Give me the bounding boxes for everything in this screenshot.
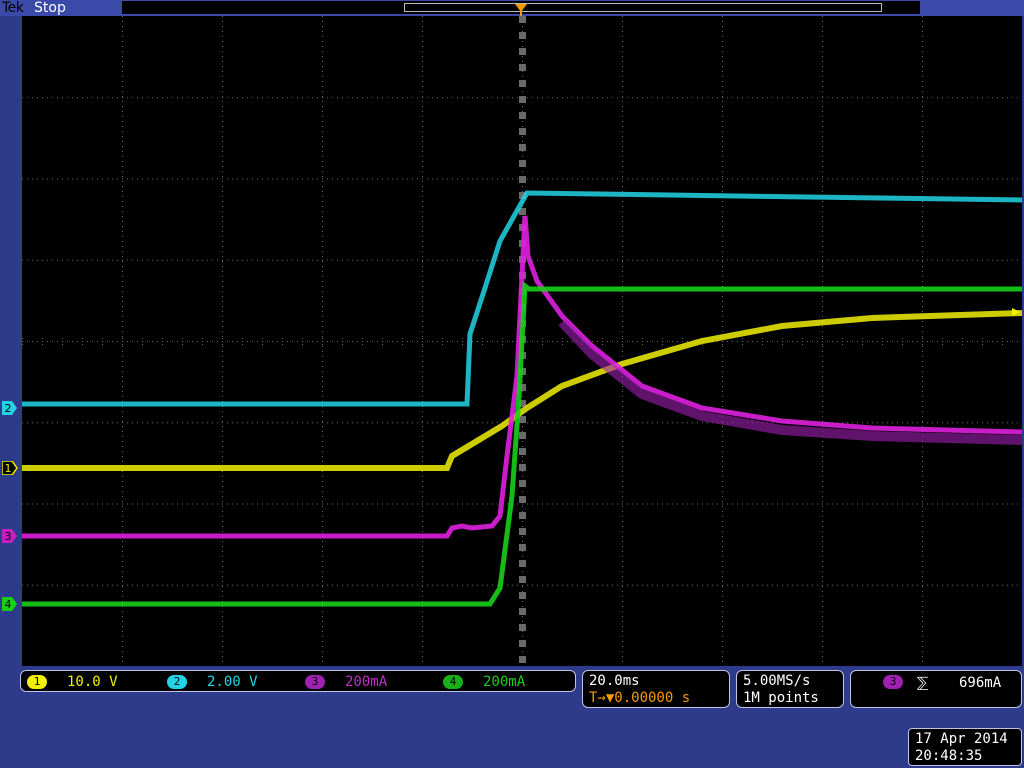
trigger-slope-icon: ⅀ [917,675,929,691]
trigger-source-badge: 3 [883,675,903,689]
channel-2-badge: 2 [167,675,187,689]
channel-2-readout[interactable]: 2 [167,671,187,693]
channel-3-marker[interactable]: 3 [2,529,18,543]
svg-text:4: 4 [5,598,12,611]
acquisition-status: Stop [34,0,66,16]
channel-3-readout[interactable]: 3 [305,671,325,693]
sample-rate: 5.00MS/s [743,673,811,689]
channel-1-readout[interactable]: 1 [27,671,47,693]
waveform-display[interactable] [22,16,1022,666]
time: 20:48:35 [915,748,983,764]
channel-4-badge: 4 [443,675,463,689]
channel-1-badge: 1 [27,675,47,689]
datetime-readout: 17 Apr 2014 20:48:35 [908,728,1022,766]
trigger-readout[interactable]: 3 ⅀ 696mA [850,670,1022,708]
channel-1-marker[interactable]: 1 [2,461,18,475]
horizontal-scale: 20.0ms [589,673,640,689]
channel-2-marker[interactable]: 2 [2,401,18,415]
date: 17 Apr 2014 [915,731,1008,747]
channel-3-scale: 200mA [345,674,388,690]
tek-logo: Tek [2,0,24,16]
svg-text:2: 2 [5,402,12,415]
record-view-window[interactable] [404,3,882,12]
channel-2-scale: 2.00 V [207,674,258,690]
horizontal-position: T→▼0.00000 s [589,690,691,706]
channel-3-badge: 3 [305,675,325,689]
svg-text:1: 1 [5,462,12,475]
channel-4-marker[interactable]: 4 [2,597,18,611]
channel-1-scale: 10.0 V [67,674,118,690]
record-length: 1M points [743,690,819,706]
channel-4-scale: 200mA [483,674,526,690]
trigger-level: 696mA [959,675,1002,691]
svg-text:3: 3 [5,530,12,543]
timebase-readout[interactable]: 20.0ms T→▼0.00000 s [582,670,730,708]
channel-readout[interactable]: 1 10.0 V 2 2.00 V 3 200mA 4 200mA [20,670,576,692]
channel-4-readout[interactable]: 4 [443,671,463,693]
acquisition-readout[interactable]: 5.00MS/s 1M points [736,670,844,708]
